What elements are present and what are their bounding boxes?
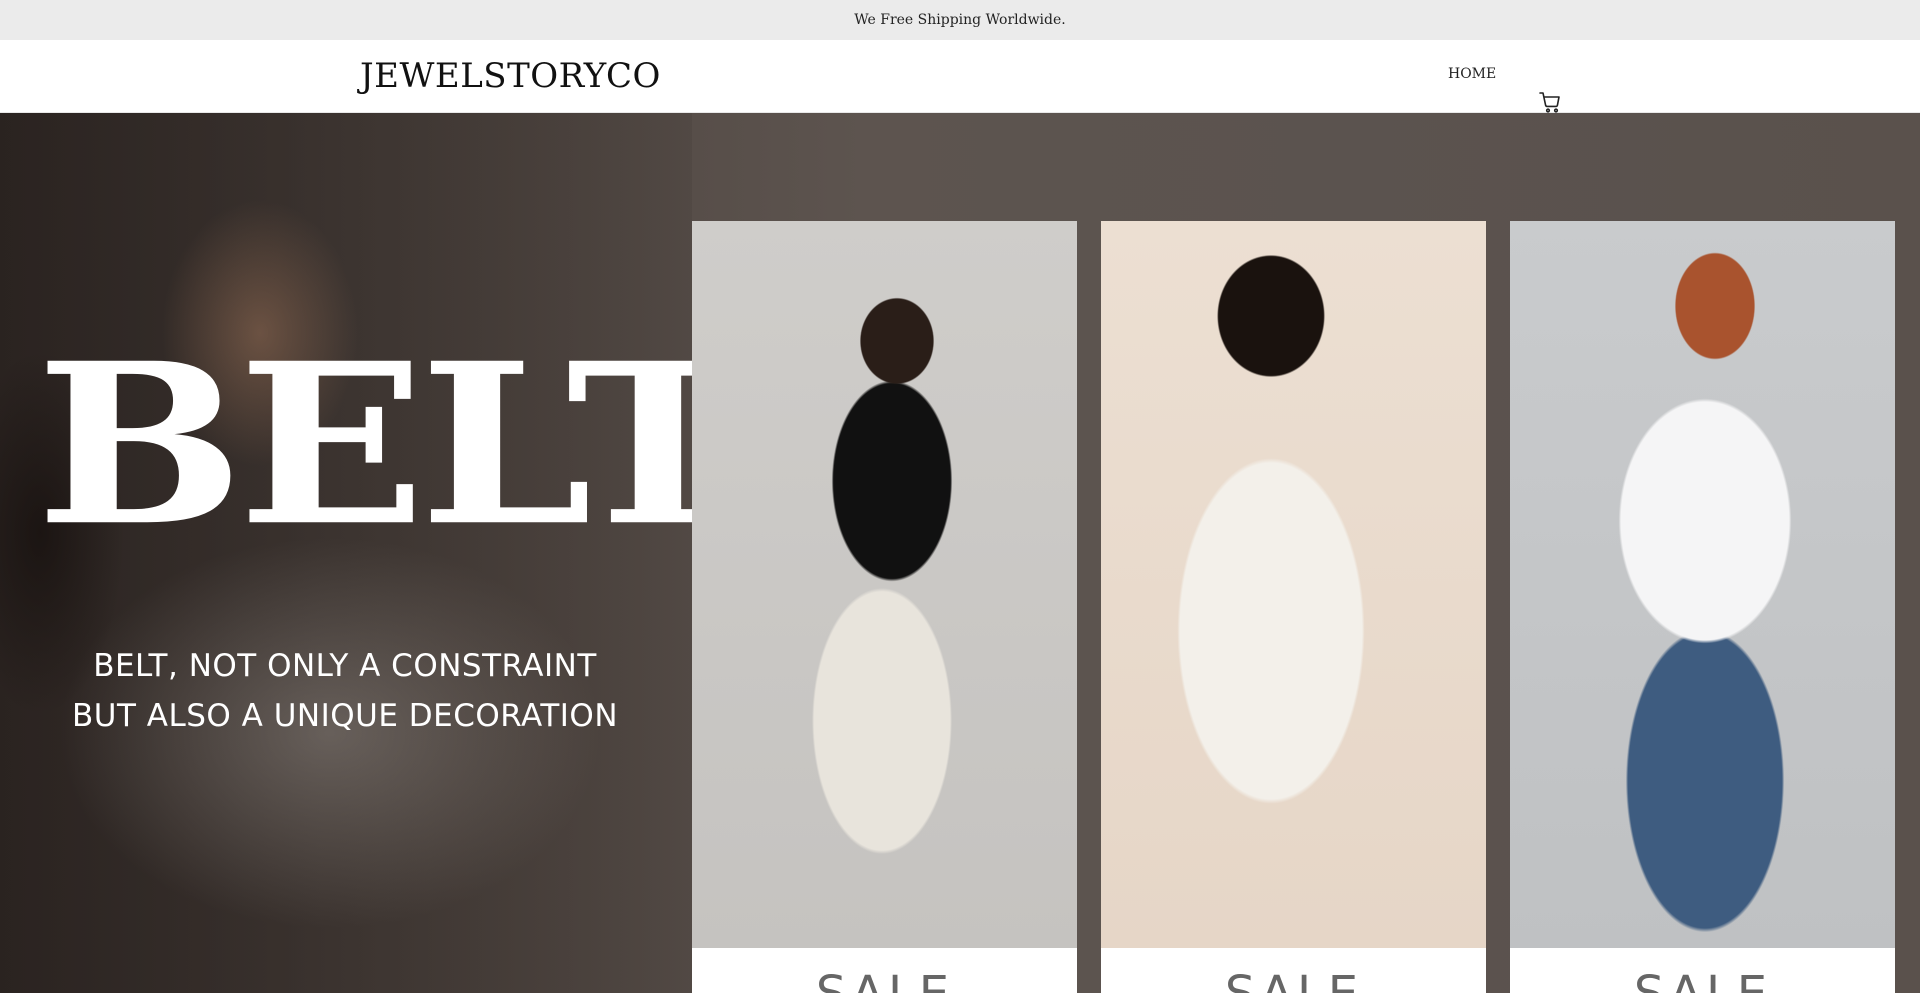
sale-label[interactable]: SALE [1510, 948, 1895, 993]
product-card[interactable]: SALE [1101, 221, 1486, 993]
hero-subtitle-line-1: BELT, NOT ONLY A CONSTRAINT [93, 648, 597, 684]
hero-subtitle: BELT, NOT ONLY A CONSTRAINT BUT ALSO A U… [40, 641, 650, 741]
cart-icon[interactable] [1538, 90, 1562, 114]
hero-subtitle-line-2: BUT ALSO A UNIQUE DECORATION [71, 698, 619, 734]
product-image[interactable] [1510, 221, 1895, 948]
announcement-bar: We Free Shipping Worldwide. [0, 0, 1920, 40]
site-logo[interactable]: JEWELSTORYCO [360, 56, 661, 96]
nav-home-link[interactable]: HOME [1448, 66, 1496, 82]
announcement-text: We Free Shipping Worldwide. [854, 12, 1066, 28]
site-header: JEWELSTORYCO HOME [0, 40, 1920, 113]
product-card[interactable]: SALE [1510, 221, 1895, 993]
sale-label[interactable]: SALE [692, 948, 1077, 993]
sale-label[interactable]: SALE [1101, 948, 1486, 993]
product-image[interactable] [1101, 221, 1486, 948]
hero-title: BELT [36, 315, 749, 576]
hero-banner: BELT BELT, NOT ONLY A CONSTRAINT BUT ALS… [0, 113, 1920, 993]
product-card[interactable]: SALE [692, 221, 1077, 993]
product-image[interactable] [692, 221, 1077, 948]
